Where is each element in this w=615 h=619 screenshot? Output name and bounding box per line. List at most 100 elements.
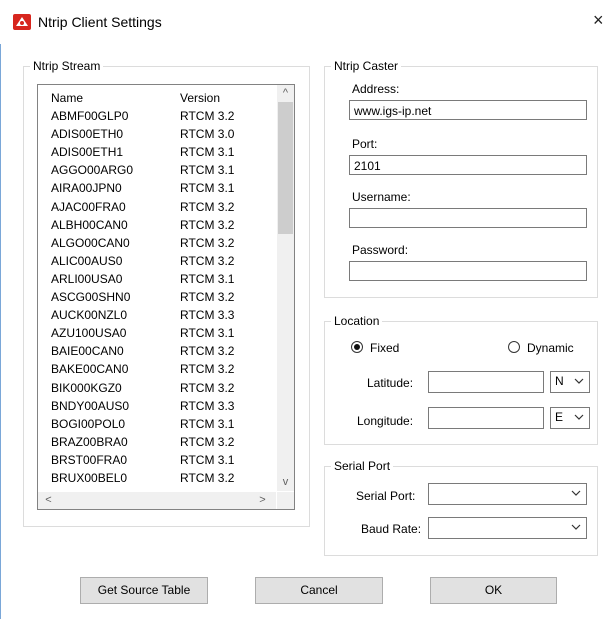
fixed-label[interactable]: Fixed	[370, 341, 399, 355]
address-label: Address:	[352, 82, 400, 96]
port-field[interactable]: 2101	[349, 155, 587, 175]
stream-version: RTCM 3.3	[180, 398, 235, 413]
stream-name: AZU100USA0	[51, 326, 127, 341]
stream-version: RTCM 3.2	[180, 471, 235, 485]
column-header-version[interactable]: Version	[180, 91, 220, 105]
stream-list[interactable]: Name Version ABMF00GLP0 RTCM 3.2 ADIS00ETH…	[37, 84, 295, 510]
dynamic-label[interactable]: Dynamic	[527, 341, 574, 355]
serial-port-group: Serial Port	[324, 459, 598, 556]
horizontal-scrollbar[interactable]: < >	[38, 492, 276, 509]
column-header-name[interactable]: Name	[51, 91, 83, 105]
list-item[interactable]: ADIS00ETH0 RTCM 3.0	[38, 126, 276, 142]
list-item[interactable]: AUCK00NZL0 RTCM 3.3	[38, 307, 276, 323]
stream-name: BNDY00AUS0	[51, 398, 130, 413]
list-item[interactable]: ALBH00CAN0 RTCM 3.2	[38, 217, 276, 233]
window-title: Ntrip Client Settings	[38, 14, 162, 30]
chevron-down-icon	[571, 490, 581, 496]
ntrip-app-icon	[13, 14, 31, 30]
list-item[interactable]: BOGI00POL0 RTCM 3.1	[38, 416, 276, 432]
location-legend: Location	[331, 314, 383, 328]
stream-name: ADIS00ETH1	[51, 145, 124, 160]
longitude-field[interactable]	[428, 407, 544, 429]
stream-version: RTCM 3.1	[180, 145, 235, 160]
latitude-hemisphere-select[interactable]: N	[550, 371, 590, 393]
list-item[interactable]: ALIC00AUS0 RTCM 3.2	[38, 253, 276, 269]
list-item[interactable]: BAIE00CAN0 RTCM 3.2	[38, 343, 276, 359]
stream-version: RTCM 3.2	[180, 380, 235, 395]
chevron-down-icon	[574, 414, 584, 420]
list-item[interactable]: AJAC00FRA0 RTCM 3.2	[38, 199, 276, 215]
stream-name: BRUX00BEL0	[51, 471, 128, 485]
ok-button[interactable]: OK	[430, 577, 557, 604]
dynamic-radio[interactable]	[508, 341, 520, 353]
stream-list-viewport: Name Version ABMF00GLP0 RTCM 3.2 ADIS00ETH…	[38, 85, 276, 491]
stream-version: RTCM 3.1	[180, 326, 235, 341]
ntrip-caster-legend: Ntrip Caster	[331, 59, 402, 73]
list-item[interactable]: ABMF00GLP0 RTCM 3.2	[38, 108, 276, 124]
stream-version: RTCM 3.2	[180, 199, 235, 214]
stream-version: RTCM 3.2	[180, 217, 235, 232]
stream-name: AJAC00FRA0	[51, 199, 126, 214]
list-item[interactable]: AIRA00JPN0 RTCM 3.1	[38, 180, 276, 196]
latitude-field[interactable]	[428, 371, 544, 393]
close-icon[interactable]: ×	[593, 10, 604, 31]
stream-name: AIRA00JPN0	[51, 181, 122, 196]
list-item[interactable]: BNDY00AUS0 RTCM 3.3	[38, 398, 276, 414]
list-item[interactable]: BIK000KGZ0 RTCM 3.2	[38, 380, 276, 396]
list-item[interactable]: AGGO00ARG0 RTCM 3.1	[38, 162, 276, 178]
list-item[interactable]: ADIS00ETH1 RTCM 3.1	[38, 144, 276, 160]
password-field[interactable]	[349, 261, 587, 281]
longitude-hemisphere-select[interactable]: E	[550, 407, 590, 429]
stream-name: BOGI00POL0	[51, 416, 126, 431]
stream-name: ABMF00GLP0	[51, 109, 129, 123]
window-left-border	[0, 44, 1, 619]
get-source-table-button[interactable]: Get Source Table	[80, 577, 208, 604]
stream-name: BAKE00CAN0	[51, 362, 129, 377]
serial-port-label: Serial Port:	[356, 489, 416, 503]
baud-rate-select[interactable]	[428, 517, 587, 539]
baud-rate-label: Baud Rate:	[361, 522, 422, 536]
longitude-label: Longitude:	[357, 414, 414, 428]
stream-version: RTCM 3.1	[180, 416, 235, 431]
scroll-right-icon[interactable]: >	[254, 492, 271, 509]
stream-name: BAIE00CAN0	[51, 344, 124, 359]
list-item[interactable]: BAKE00CAN0 RTCM 3.2	[38, 361, 276, 377]
list-item[interactable]: BRUX00BEL0 RTCM 3.2	[38, 470, 276, 486]
list-item[interactable]: ALGO00CAN0 RTCM 3.2	[38, 235, 276, 251]
username-field[interactable]	[349, 208, 587, 228]
latitude-label: Latitude:	[367, 376, 414, 390]
stream-name: BIK000KGZ0	[51, 380, 122, 395]
stream-version: RTCM 3.2	[180, 434, 235, 449]
stream-version: RTCM 3.0	[180, 127, 235, 142]
list-item[interactable]: BRST00FRA0 RTCM 3.1	[38, 452, 276, 468]
vertical-scroll-thumb[interactable]	[278, 102, 293, 234]
scroll-left-icon[interactable]: <	[40, 492, 57, 509]
stream-name: AUCK00NZL0	[51, 308, 128, 323]
list-item[interactable]: BRAZ00BRA0 RTCM 3.2	[38, 434, 276, 450]
address-field[interactable]: www.igs-ip.net	[349, 100, 587, 120]
cancel-button[interactable]: Cancel	[255, 577, 383, 604]
stream-name: ASCG00SHN0	[51, 290, 131, 304]
ntrip-stream-legend: Ntrip Stream	[30, 59, 104, 73]
password-label: Password:	[352, 243, 409, 257]
list-item[interactable]: ARLI00USA0 RTCM 3.1	[38, 271, 276, 287]
stream-version: RTCM 3.2	[180, 109, 235, 123]
stream-version: RTCM 3.1	[180, 181, 235, 196]
stream-name: ADIS00ETH0	[51, 127, 124, 142]
stream-name: AGGO00ARG0	[51, 163, 134, 178]
stream-name: ALIC00AUS0	[51, 253, 123, 268]
fixed-radio[interactable]	[351, 341, 363, 353]
scroll-up-icon[interactable]: ^	[277, 85, 294, 102]
latitude-hemisphere-value: N	[555, 374, 564, 388]
list-item[interactable]: ASCG00SHN0 RTCM 3.2	[38, 289, 276, 305]
stream-version: RTCM 3.2	[180, 344, 235, 359]
stream-name: ARLI00USA0	[51, 271, 123, 286]
list-item[interactable]: AZU100USA0 RTCM 3.1	[38, 325, 276, 341]
port-label: Port:	[352, 137, 378, 151]
serial-port-select[interactable]	[428, 483, 587, 505]
chevron-down-icon	[571, 524, 581, 530]
scrollbar-corner	[277, 492, 294, 509]
stream-version: RTCM 3.2	[180, 362, 235, 377]
scroll-down-icon[interactable]: v	[277, 474, 294, 491]
vertical-scrollbar[interactable]: ^ v	[277, 85, 294, 491]
